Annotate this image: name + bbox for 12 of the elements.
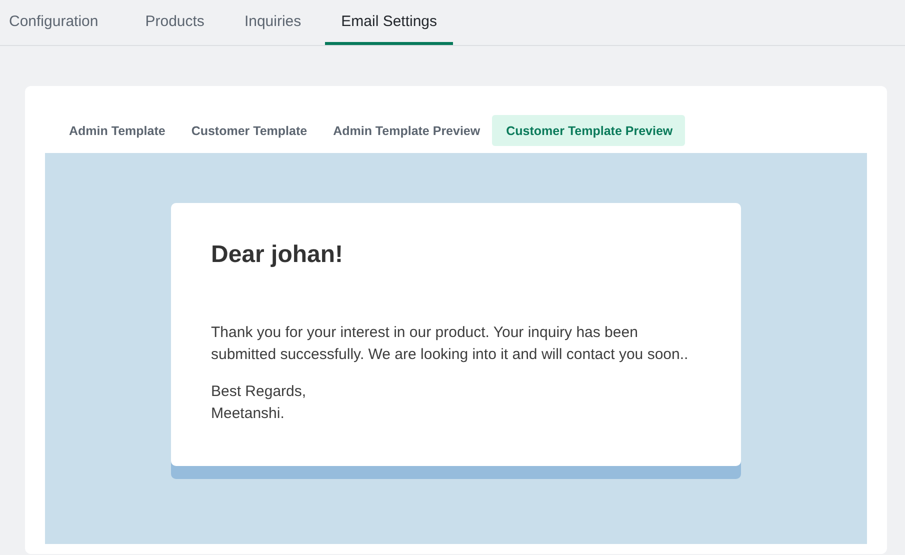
template-tab[interactable]: Admin Template Preview (319, 115, 492, 146)
template-tab[interactable]: Admin Template (55, 115, 178, 146)
nav-tab[interactable]: Inquiries (228, 0, 318, 45)
email-signoff: Best Regards, (211, 382, 306, 402)
email-signoff: Meetanshi. (211, 404, 284, 424)
nav-tab[interactable]: Email Settings (325, 0, 454, 45)
email-greeting: Dear johan! (211, 241, 344, 269)
template-tab[interactable]: Customer Template Preview (492, 115, 685, 146)
nav-tab[interactable]: Products (129, 0, 220, 45)
email-body: Thank you for your interest in our product. Your inquiry has been submitted successfully. We are looking into it and will contact you soon.. (211, 323, 690, 365)
nav-tab[interactable]: Configuration (0, 0, 118, 45)
template-tab[interactable]: Customer Template (177, 115, 320, 146)
